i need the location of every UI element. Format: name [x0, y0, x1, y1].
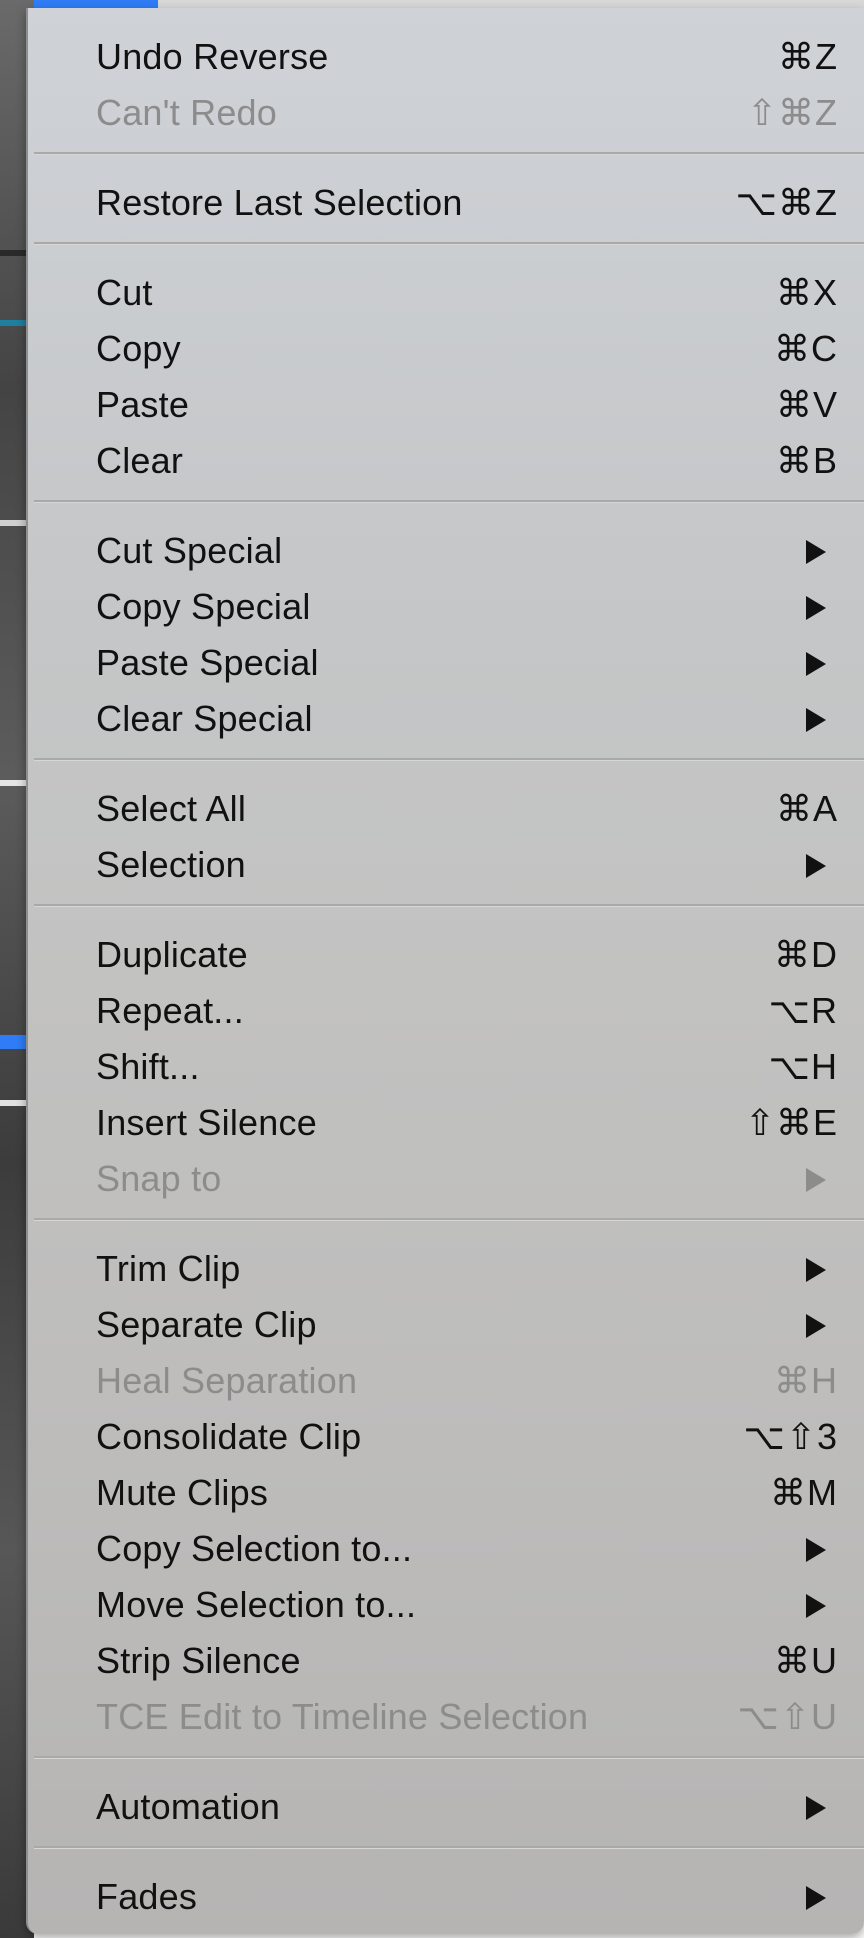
menu-separator — [34, 758, 864, 761]
menu-item-label: Selection — [96, 844, 246, 885]
keyboard-shortcut: ⌘M — [770, 1472, 838, 1513]
menu-item-label: Copy Selection to... — [96, 1528, 413, 1569]
keyboard-shortcut: ⌥H — [768, 1046, 838, 1087]
menu-item-label: Copy — [96, 328, 181, 369]
menu-item-shift[interactable]: Shift... ⌥H — [28, 1038, 864, 1094]
menu-item-move-selection-to[interactable]: Move Selection to... — [28, 1576, 864, 1632]
menu-item-strip-silence[interactable]: Strip Silence ⌘U — [28, 1632, 864, 1688]
menu-item-label: Shift... — [96, 1046, 200, 1087]
menu-separator — [34, 904, 864, 907]
menu-item-label: Clear Special — [96, 698, 313, 739]
menu-item-select-all[interactable]: Select All ⌘A — [28, 780, 864, 836]
keyboard-shortcut: ⌥⇧U — [737, 1696, 838, 1737]
submenu-arrow-icon — [806, 596, 826, 620]
menu-item-label: Clear — [96, 440, 184, 481]
menu-item-snap-to: Snap to — [28, 1150, 864, 1206]
menu-item-heal-separation: Heal Separation ⌘H — [28, 1352, 864, 1408]
menu-item-selection[interactable]: Selection — [28, 836, 864, 892]
menu-item-copy-selection-to[interactable]: Copy Selection to... — [28, 1520, 864, 1576]
menu-item-label: Duplicate — [96, 934, 248, 975]
menu-item-label: TCE Edit to Timeline Selection — [96, 1696, 589, 1737]
submenu-arrow-icon — [806, 1314, 826, 1338]
menu-item-repeat[interactable]: Repeat... ⌥R — [28, 982, 864, 1038]
menu-item-restore-last-selection[interactable]: Restore Last Selection ⌥⌘Z — [28, 174, 864, 230]
keyboard-shortcut: ⌘B — [775, 440, 838, 481]
menu-separator — [34, 242, 864, 245]
keyboard-shortcut: ⌘A — [775, 788, 838, 829]
submenu-arrow-icon — [806, 1594, 826, 1618]
menu-item-fades[interactable]: Fades — [28, 1868, 864, 1924]
menu-item-label: Snap to — [96, 1158, 222, 1199]
menu-item-label: Can't Redo — [96, 92, 277, 133]
menu-item-label: Automation — [96, 1786, 281, 1827]
menu-item-label: Move Selection to... — [96, 1584, 417, 1625]
menu-item-label: Separate Clip — [96, 1304, 317, 1345]
menu-item-label: Insert Silence — [96, 1102, 317, 1143]
keyboard-shortcut: ⌥R — [768, 990, 838, 1031]
menu-item-label: Copy Special — [96, 586, 311, 627]
menu-separator — [34, 152, 864, 155]
submenu-arrow-icon — [806, 652, 826, 676]
menu-item-label: Repeat... — [96, 990, 244, 1031]
keyboard-shortcut: ⌘U — [774, 1640, 838, 1681]
submenu-arrow-icon — [806, 1168, 826, 1192]
menu-item-label: Trim Clip — [96, 1248, 241, 1289]
menu-item-consolidate-clip[interactable]: Consolidate Clip ⌥⇧3 — [28, 1408, 864, 1464]
menu-item-undo-reverse[interactable]: Undo Reverse ⌘Z — [28, 28, 864, 84]
menu-item-label: Consolidate Clip — [96, 1416, 362, 1457]
menu-item-copy[interactable]: Copy ⌘C — [28, 320, 864, 376]
keyboard-shortcut: ⌘V — [775, 384, 838, 425]
submenu-arrow-icon — [806, 1258, 826, 1282]
keyboard-shortcut: ⌘C — [774, 328, 838, 369]
menu-item-label: Cut Special — [96, 530, 283, 571]
menu-item-insert-silence[interactable]: Insert Silence ⇧⌘E — [28, 1094, 864, 1150]
menu-item-label: Paste — [96, 384, 190, 425]
menu-item-clear[interactable]: Clear ⌘B — [28, 432, 864, 488]
menu-separator — [34, 1846, 864, 1849]
menu-item-paste-special[interactable]: Paste Special — [28, 634, 864, 690]
keyboard-shortcut: ⌘D — [774, 934, 838, 975]
keyboard-shortcut: ⇧⌘E — [744, 1102, 838, 1143]
menu-item-label: Paste Special — [96, 642, 319, 683]
menu-item-label: Undo Reverse — [96, 36, 329, 77]
menu-item-duplicate[interactable]: Duplicate ⌘D — [28, 926, 864, 982]
edit-menu: Undo Reverse ⌘Z Can't Redo ⇧⌘Z Restore Last … — [26, 8, 864, 1934]
keyboard-shortcut: ⇧⌘Z — [746, 92, 838, 133]
menu-item-separate-clip[interactable]: Separate Clip — [28, 1296, 864, 1352]
menu-item-label: Restore Last Selection — [96, 182, 463, 223]
menu-item-paste[interactable]: Paste ⌘V — [28, 376, 864, 432]
menu-item-label: Fades — [96, 1876, 198, 1917]
menu-item-trim-clip[interactable]: Trim Clip — [28, 1240, 864, 1296]
submenu-arrow-icon — [806, 540, 826, 564]
menu-item-label: Heal Separation — [96, 1360, 358, 1401]
menu-item-label: Strip Silence — [96, 1640, 301, 1681]
keyboard-shortcut: ⌥⇧3 — [743, 1416, 838, 1457]
menu-item-tce-edit-to-timeline-selection: TCE Edit to Timeline Selection ⌥⇧U — [28, 1688, 864, 1744]
submenu-arrow-icon — [806, 854, 826, 878]
menu-item-clear-special[interactable]: Clear Special — [28, 690, 864, 746]
submenu-arrow-icon — [806, 1538, 826, 1562]
submenu-arrow-icon — [806, 1886, 826, 1910]
menu-separator — [34, 1756, 864, 1759]
menu-item-copy-special[interactable]: Copy Special — [28, 578, 864, 634]
menu-item-mute-clips[interactable]: Mute Clips ⌘M — [28, 1464, 864, 1520]
menu-item-label: Mute Clips — [96, 1472, 269, 1513]
menu-item-cut[interactable]: Cut ⌘X — [28, 264, 864, 320]
menu-item-automation[interactable]: Automation — [28, 1778, 864, 1834]
keyboard-shortcut: ⌘H — [774, 1360, 838, 1401]
menu-item-can-t-redo: Can't Redo ⇧⌘Z — [28, 84, 864, 140]
submenu-arrow-icon — [806, 1796, 826, 1820]
menu-item-label: Select All — [96, 788, 247, 829]
keyboard-shortcut: ⌘Z — [778, 36, 838, 77]
keyboard-shortcut: ⌥⌘Z — [735, 182, 838, 223]
menu-separator — [34, 500, 864, 503]
menu-separator — [34, 1218, 864, 1221]
submenu-arrow-icon — [806, 708, 826, 732]
screen: Undo Reverse ⌘Z Can't Redo ⇧⌘Z Restore Last … — [0, 0, 864, 1938]
menu-item-label: Cut — [96, 272, 153, 313]
keyboard-shortcut: ⌘X — [775, 272, 838, 313]
menu-item-cut-special[interactable]: Cut Special — [28, 522, 864, 578]
